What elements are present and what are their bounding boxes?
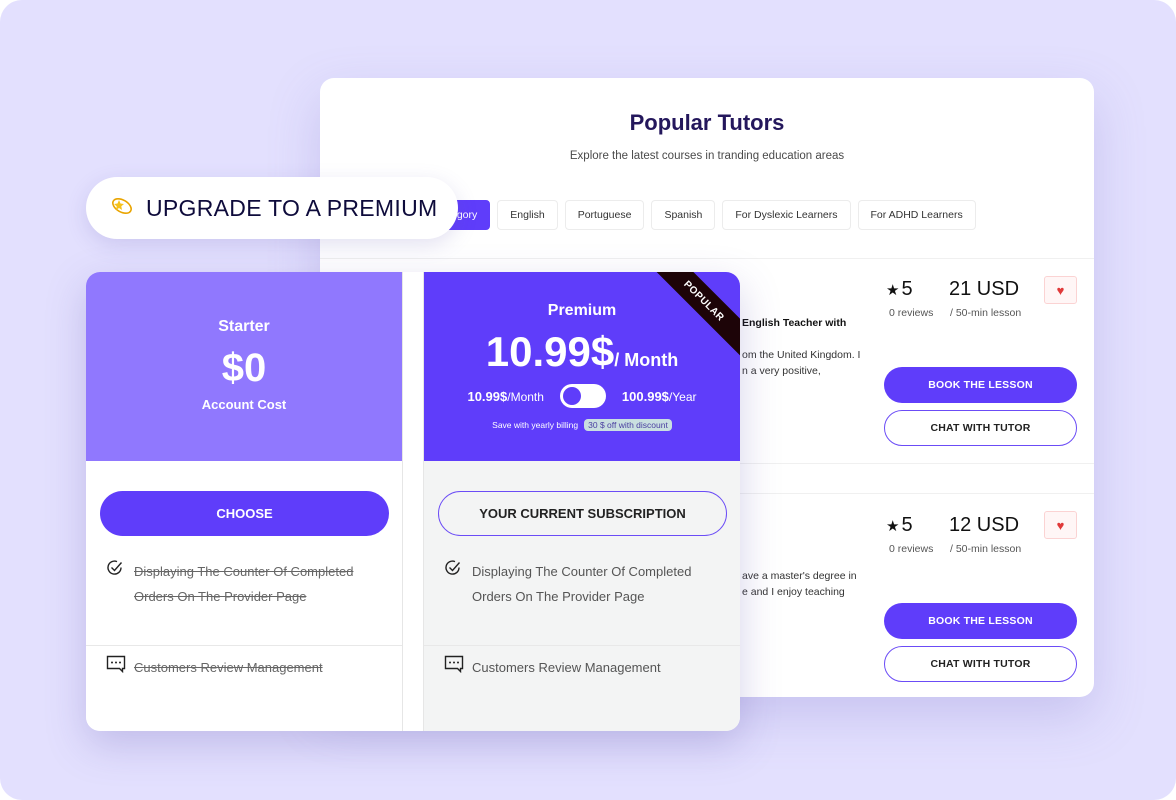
divider	[424, 645, 740, 646]
favorite-button[interactable]: ♥	[1044, 276, 1077, 304]
feature-item: Customers Review Management	[106, 655, 388, 680]
favorite-button[interactable]: ♥	[1044, 511, 1077, 539]
chat-with-tutor-button[interactable]: CHAT WITH TUTOR	[884, 646, 1077, 682]
tutor-price: 21 USD	[949, 278, 1020, 300]
yearly-price: 100.99$/Year	[621, 388, 697, 404]
book-lesson-button[interactable]: BOOK THE LESSON	[884, 367, 1077, 403]
plan-header: Starter $0 Account Cost	[86, 272, 402, 461]
plan-name: Starter	[218, 318, 270, 335]
tutor-price-unit: / 50-min lesson	[950, 307, 1022, 319]
billing-toggle-row: 10.99$/Month 100.99$/Year	[424, 384, 740, 408]
tutor-reviews: 0 reviews	[889, 307, 934, 319]
plan-price-caption: Account Cost	[201, 397, 287, 412]
feature-item: Customers Review Management	[444, 655, 726, 680]
upgrade-banner: UPGRADE TO A PREMIUM	[86, 177, 458, 239]
divider	[86, 645, 402, 646]
choose-button[interactable]: CHOOSE	[100, 491, 389, 536]
tutors-title: Popular Tutors	[629, 110, 785, 135]
feature-text: Customers Review Management	[134, 660, 323, 675]
feature-text: Customers Review Management	[472, 660, 661, 675]
billing-toggle[interactable]	[559, 384, 606, 408]
star-icon: ★	[886, 281, 900, 299]
tutor-rating: ★ 5	[886, 278, 913, 300]
tutor-rating: ★ 5	[886, 514, 913, 536]
book-lesson-button[interactable]: BOOK THE LESSON	[884, 603, 1077, 639]
pricing-plans: Starter $0 Account Cost CHOOSE Displayin…	[86, 272, 740, 731]
chat-dots-icon	[106, 655, 126, 680]
category-adhd[interactable]: For ADHD Learners	[857, 200, 976, 230]
star-icon: ★	[886, 517, 900, 535]
save-text: Save with yearly billing	[492, 420, 579, 430]
category-spanish[interactable]: Spanish	[651, 200, 716, 230]
chat-dots-icon	[444, 655, 464, 680]
feature-text: Displaying The Counter Of Completed Orde…	[472, 564, 692, 604]
tutor-description: om the United Kingdom. I n a very positi…	[742, 349, 861, 377]
feature-item: Displaying The Counter Of Completed Orde…	[106, 559, 388, 609]
check-circle-icon	[444, 559, 464, 609]
page-background: Popular Tutors Explore the latest course…	[0, 0, 1176, 800]
tutor-price: 12 USD	[949, 514, 1020, 536]
plan-name: Premium	[547, 302, 617, 319]
tutors-subtitle: Explore the latest courses in tranding e…	[569, 150, 845, 162]
category-dyslexic[interactable]: For Dyslexic Learners	[722, 200, 851, 230]
chat-with-tutor-button[interactable]: CHAT WITH TUTOR	[884, 410, 1077, 446]
tutor-price-unit: / 50-min lesson	[950, 543, 1022, 555]
plan-starter: Starter $0 Account Cost CHOOSE Displayin…	[86, 272, 403, 731]
dizzy-star-icon	[110, 194, 146, 222]
check-circle-icon	[106, 559, 126, 609]
heart-icon: ♥	[1056, 282, 1065, 298]
upgrade-label: UPGRADE TO A PREMIUM	[146, 194, 438, 221]
save-row: Save with yearly billing 30 $ off with d…	[424, 419, 740, 431]
tutor-reviews: 0 reviews	[889, 543, 934, 555]
current-subscription-button[interactable]: YOUR CURRENT SUBSCRIPTION	[438, 491, 727, 536]
monthly-price: 10.99$/Month	[467, 388, 544, 404]
tutor-headline: English Teacher with	[742, 317, 847, 329]
feature-text: Displaying The Counter Of Completed Orde…	[134, 564, 354, 604]
feature-item: Displaying The Counter Of Completed Orde…	[444, 559, 726, 609]
heart-icon: ♥	[1056, 517, 1065, 533]
category-english[interactable]: English	[497, 200, 558, 230]
toggle-knob	[562, 387, 581, 405]
discount-badge: 30 $ off with discount	[584, 419, 672, 431]
plan-price: $0	[221, 346, 267, 390]
category-portuguese[interactable]: Portuguese	[564, 200, 645, 230]
category-filter: egory English Portuguese Spanish For Dys…	[420, 200, 976, 230]
plan-header: POPULAR Premium 10.99$/ Month 10.99$/Mon…	[424, 272, 740, 461]
tutor-description: ave a master's degree in e and I enjoy t…	[742, 570, 857, 598]
plan-premium: POPULAR Premium 10.99$/ Month 10.99$/Mon…	[423, 272, 740, 731]
plan-price: 10.99$/ Month	[485, 328, 679, 375]
